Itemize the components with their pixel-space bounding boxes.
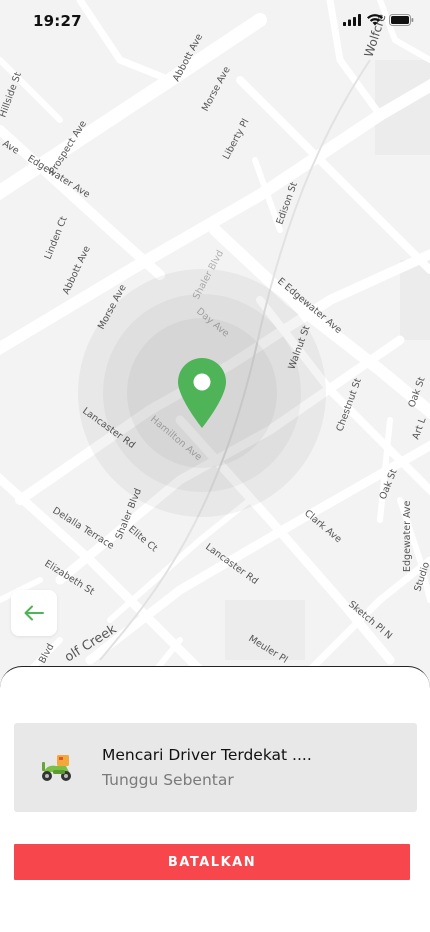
status-icons (343, 14, 414, 26)
battery-icon (389, 14, 414, 26)
status-time: 19:27 (33, 12, 82, 30)
location-pin-icon (178, 358, 226, 428)
street-label: Edgewater Ave (402, 500, 413, 572)
bottom-sheet: Mencari Driver Terdekat .... Tunggu Sebe… (0, 666, 430, 932)
status-bar: 19:27 (0, 0, 430, 44)
driver-search-card: Mencari Driver Terdekat .... Tunggu Sebe… (14, 723, 417, 812)
wifi-icon (367, 14, 383, 26)
back-button[interactable] (11, 590, 57, 636)
card-title: Mencari Driver Terdekat .... (102, 746, 312, 764)
scooter-delivery-icon (42, 755, 71, 781)
cancel-button[interactable]: BATALKAN (14, 844, 410, 880)
card-subtitle: Tunggu Sebentar (102, 771, 234, 789)
arrow-left-icon (24, 605, 44, 621)
signal-icon (343, 14, 361, 26)
screen: Abbott Ave Morse Ave Liberty Pl Prospect… (0, 0, 430, 932)
